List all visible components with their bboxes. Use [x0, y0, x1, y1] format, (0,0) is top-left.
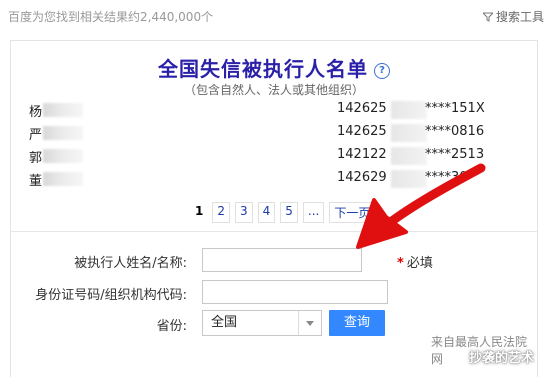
id-prefix: 142625 — [337, 124, 387, 139]
id-prefix: 142122 — [337, 147, 387, 162]
id-suffix: ****2513 — [425, 147, 485, 162]
chevron-down-icon — [306, 321, 314, 326]
dishonest-list-card: 全国失信被执行人名单? （包含自然人、法人或其他组织） 杨 142625 ***… — [10, 40, 538, 377]
help-icon[interactable]: ? — [374, 63, 390, 79]
id-redaction — [391, 101, 427, 119]
next-page-link[interactable]: 下一页 — [329, 202, 376, 223]
province-value: 全国 — [211, 315, 238, 330]
required-star: * — [397, 256, 404, 271]
id-input[interactable] — [202, 280, 388, 304]
name-input[interactable] — [202, 248, 362, 272]
name-redaction — [43, 172, 83, 186]
name-field-label: 被执行人姓名/名称: — [74, 256, 187, 271]
id-suffix: ****30 — [425, 170, 468, 185]
page-link-3[interactable]: 3 — [235, 202, 253, 223]
page-link-2[interactable]: 2 — [212, 202, 230, 223]
page-link-5[interactable]: 5 — [280, 202, 298, 223]
name-redaction — [43, 103, 83, 117]
id-redaction — [391, 170, 427, 188]
province-select[interactable]: 全国 — [202, 310, 322, 336]
id-redaction — [391, 147, 427, 165]
required-hint: * 必填 — [397, 252, 433, 271]
province-label: 省份: — [156, 319, 187, 334]
list-item[interactable]: 郭 142122 ****2513 — [29, 147, 529, 170]
person-name: 董 — [29, 174, 43, 189]
search-tools-label: 搜索工具 — [495, 10, 544, 24]
id-prefix: 142629 — [337, 170, 387, 185]
person-name: 严 — [29, 128, 43, 143]
list-item[interactable]: 董 142629 ****30 — [29, 170, 529, 193]
result-list: 杨 142625 ****151X 严 142625 ****0816 郭 14… — [29, 101, 529, 193]
province-dropdown-toggle[interactable] — [298, 311, 321, 335]
result-count: 百度为您找到相关结果约2,440,000个 — [8, 10, 214, 24]
list-item[interactable]: 严 142625 ****0816 — [29, 124, 529, 147]
id-prefix: 142625 — [337, 101, 387, 116]
card-subtitle: （包含自然人、法人或其他组织） — [183, 83, 364, 97]
person-name: 杨 — [29, 105, 43, 120]
divider — [11, 231, 537, 232]
id-suffix: ****151X — [425, 101, 485, 116]
name-redaction — [43, 126, 83, 140]
watermark-text: 抄袭的艺术 — [469, 351, 535, 366]
required-text: 必填 — [406, 256, 433, 271]
page-link-4[interactable]: 4 — [257, 202, 276, 223]
list-item[interactable]: 杨 142625 ****151X — [29, 101, 529, 124]
id-field-label: 身份证号码/组织机构代码: — [35, 288, 187, 303]
result-header: 百度为您找到相关结果约2,440,000个 搜索工具 — [0, 0, 552, 32]
name-redaction — [43, 149, 83, 163]
pagination: 1 2 3 4 5 ... 下一页 — [191, 202, 376, 223]
filter-icon — [482, 12, 493, 22]
search-tools-button[interactable]: 搜索工具 — [482, 8, 544, 25]
card-title[interactable]: 全国失信被执行人名单 — [158, 57, 368, 81]
person-name: 郭 — [29, 151, 43, 166]
page-ellipsis[interactable]: ... — [302, 202, 325, 223]
id-suffix: ****0816 — [425, 124, 485, 139]
card-title-row: 全国失信被执行人名单? — [11, 53, 537, 82]
query-button[interactable]: 查询 — [329, 310, 385, 336]
page-current: 1 — [195, 204, 204, 218]
id-redaction — [391, 124, 427, 142]
